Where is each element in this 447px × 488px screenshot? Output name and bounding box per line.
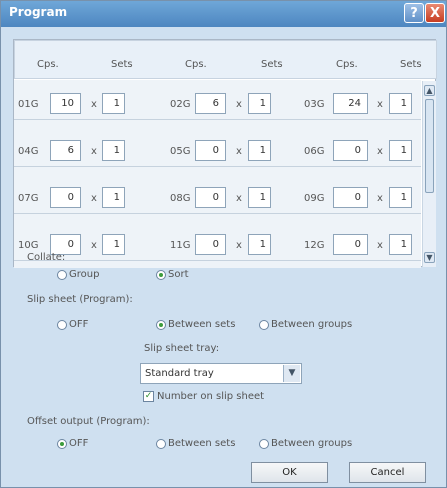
collate-group-label: Group [69, 269, 100, 280]
copies-grid: 01G 10 x 1 02G 6 x 1 03G 24 x 1 04G 6 x … [14, 80, 421, 268]
copies-field-06g[interactable]: 0 [333, 140, 368, 161]
group-label: 06G [304, 146, 325, 157]
title-bar: Program ? X [1, 1, 446, 27]
group-label: 10G [18, 240, 39, 251]
sets-field-02g[interactable]: 1 [248, 93, 271, 114]
header-cps-2: Cps. [185, 59, 207, 70]
copies-field-02g[interactable]: 6 [195, 93, 226, 114]
copies-field-09g[interactable]: 0 [333, 187, 368, 208]
group-label: 01G [18, 99, 39, 110]
copies-field-04g[interactable]: 6 [50, 140, 81, 161]
number-on-slip-checkbox[interactable]: ✓ [143, 391, 154, 402]
group-label: 03G [304, 99, 325, 110]
header-cps-1: Cps. [37, 59, 59, 70]
slip-off-radio[interactable] [57, 320, 67, 330]
close-button[interactable]: X [425, 3, 445, 23]
slip-sheet-label: Slip sheet (Program): [27, 294, 133, 305]
offset-output-label: Offset output (Program): [27, 416, 150, 427]
chevron-down-icon[interactable]: ▼ [283, 365, 300, 382]
times-label: x [236, 193, 242, 204]
header-sets-2: Sets [261, 59, 283, 70]
times-label: x [377, 193, 383, 204]
sets-field-10g[interactable]: 1 [102, 234, 125, 255]
copies-table: Cps. Sets Cps. Sets Cps. Sets 01G 10 x 1… [13, 39, 437, 268]
copies-field-07g[interactable]: 0 [50, 187, 81, 208]
times-label: x [91, 240, 97, 251]
copies-field-11g[interactable]: 0 [195, 234, 226, 255]
table-row: 04G 6 x 1 05G 0 x 1 06G 0 x 1 [14, 134, 421, 167]
times-label: x [236, 99, 242, 110]
group-label: 08G [170, 193, 191, 204]
collate-sort-label: Sort [168, 269, 189, 280]
offset-between-sets-label: Between sets [168, 438, 236, 449]
scroll-thumb[interactable] [425, 99, 434, 193]
copies-field-01g[interactable]: 10 [50, 93, 81, 114]
times-label: x [91, 193, 97, 204]
slip-between-groups-label: Between groups [271, 319, 353, 330]
group-label: 04G [18, 146, 39, 157]
sets-field-12g[interactable]: 1 [389, 234, 412, 255]
header-sets-3: Sets [400, 59, 422, 70]
group-label: 07G [18, 193, 39, 204]
offset-between-groups-label: Between groups [271, 438, 353, 449]
sets-field-06g[interactable]: 1 [389, 140, 412, 161]
offset-off-radio[interactable] [57, 439, 67, 449]
sets-field-08g[interactable]: 1 [248, 187, 271, 208]
slip-tray-select[interactable]: Standard tray ▼ [140, 363, 302, 384]
copies-header: Cps. Sets Cps. Sets Cps. Sets [14, 40, 437, 79]
ok-button[interactable]: OK [251, 462, 328, 483]
copies-field-12g[interactable]: 0 [333, 234, 368, 255]
group-label: 05G [170, 146, 191, 157]
copies-field-03g[interactable]: 24 [333, 93, 368, 114]
offset-between-groups-radio[interactable] [259, 439, 269, 449]
offset-between-sets-radio[interactable] [156, 439, 166, 449]
table-row: 01G 10 x 1 02G 6 x 1 03G 24 x 1 [14, 87, 421, 120]
slip-between-sets-radio[interactable] [156, 320, 166, 330]
copies-field-05g[interactable]: 0 [195, 140, 226, 161]
sets-field-05g[interactable]: 1 [248, 140, 271, 161]
offset-off-label: OFF [69, 438, 89, 449]
sets-field-03g[interactable]: 1 [389, 93, 412, 114]
program-dialog: Program ? X Cps. Sets Cps. Sets Cps. Set… [0, 0, 447, 488]
scroll-down-button[interactable]: ▼ [424, 252, 435, 263]
slip-off-label: OFF [69, 319, 89, 330]
help-button[interactable]: ? [404, 3, 424, 23]
scroll-up-button[interactable]: ▲ [424, 85, 435, 96]
times-label: x [377, 146, 383, 157]
copies-field-08g[interactable]: 0 [195, 187, 226, 208]
number-on-slip-label: Number on slip sheet [157, 391, 265, 402]
slip-between-groups-radio[interactable] [259, 320, 269, 330]
group-label: 12G [304, 240, 325, 251]
group-label: 09G [304, 193, 325, 204]
group-label: 11G [170, 240, 191, 251]
times-label: x [236, 240, 242, 251]
dialog-title: Program [9, 5, 68, 19]
times-label: x [91, 146, 97, 157]
sets-field-04g[interactable]: 1 [102, 140, 125, 161]
sets-field-01g[interactable]: 1 [102, 93, 125, 114]
group-label: 02G [170, 99, 191, 110]
sets-field-11g[interactable]: 1 [248, 234, 271, 255]
slip-tray-value: Standard tray [145, 368, 214, 379]
times-label: x [91, 99, 97, 110]
sets-field-09g[interactable]: 1 [389, 187, 412, 208]
header-sets-1: Sets [111, 59, 133, 70]
cancel-button[interactable]: Cancel [349, 462, 426, 483]
table-row: 07G 0 x 1 08G 0 x 1 09G 0 x 1 [14, 181, 421, 214]
header-cps-3: Cps. [336, 59, 358, 70]
slip-tray-label: Slip sheet tray: [144, 343, 220, 354]
sets-field-07g[interactable]: 1 [102, 187, 125, 208]
collate-label: Collate: [27, 252, 66, 263]
table-row: 10G 0 x 1 11G 0 x 1 12G 0 x 1 [14, 228, 421, 261]
times-label: x [377, 240, 383, 251]
copies-scrollbar[interactable]: ▲ ▼ [422, 81, 436, 267]
collate-sort-radio[interactable] [156, 270, 166, 280]
slip-between-sets-label: Between sets [168, 319, 236, 330]
collate-group-radio[interactable] [57, 270, 67, 280]
times-label: x [236, 146, 242, 157]
times-label: x [377, 99, 383, 110]
